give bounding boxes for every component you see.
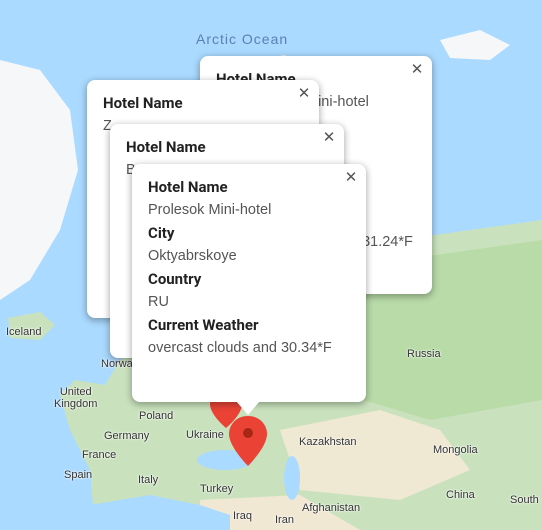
city-value: Oktyabrskoye bbox=[148, 248, 237, 264]
label-kazakhstan: Kazakhstan bbox=[299, 436, 357, 448]
country-value: RU bbox=[148, 294, 169, 310]
close-icon[interactable]: ✕ bbox=[295, 84, 313, 102]
label-iceland: Iceland bbox=[6, 326, 42, 338]
label-russia: Russia bbox=[407, 348, 441, 360]
hotel-name-label: Hotel Name bbox=[126, 138, 206, 156]
label-ukraine: Ukraine bbox=[186, 429, 224, 441]
info-window-tail bbox=[236, 401, 260, 415]
label-poland: Poland bbox=[139, 410, 174, 422]
label-france: France bbox=[82, 449, 117, 461]
close-icon[interactable]: ✕ bbox=[342, 168, 360, 186]
label-turkey: Turkey bbox=[200, 483, 234, 495]
current-weather-label: Current Weather bbox=[148, 316, 259, 334]
country-label: Country bbox=[148, 270, 202, 288]
caspian-sea bbox=[284, 456, 300, 500]
label-afghanistan: Afghanistan bbox=[302, 502, 361, 514]
hotel-name-label: Hotel Name bbox=[103, 94, 183, 112]
label-uk: United Kingdom bbox=[54, 386, 98, 410]
label-south: South bbox=[510, 494, 539, 506]
label-iran: Iran bbox=[275, 514, 294, 526]
hotel-name-value: Prolesok Mini-hotel bbox=[148, 202, 272, 218]
label-italy: Italy bbox=[138, 474, 159, 486]
hotel-name-label: Hotel Name bbox=[148, 178, 228, 196]
label-arctic-ocean: Arctic Ocean bbox=[196, 31, 289, 47]
info-window-front: ✕ Hotel Name Prolesok Mini-hotel City Ok… bbox=[132, 164, 366, 402]
current-weather-value: overcast clouds and 30.34*F bbox=[148, 340, 332, 356]
city-label: City bbox=[148, 224, 175, 242]
label-china: China bbox=[446, 489, 475, 501]
label-mongolia: Mongolia bbox=[433, 444, 478, 456]
label-germany: Germany bbox=[104, 430, 150, 442]
close-icon[interactable]: ✕ bbox=[320, 128, 338, 146]
close-icon[interactable]: ✕ bbox=[408, 60, 426, 78]
label-iraq: Iraq bbox=[233, 510, 252, 522]
label-spain: Spain bbox=[64, 469, 93, 481]
